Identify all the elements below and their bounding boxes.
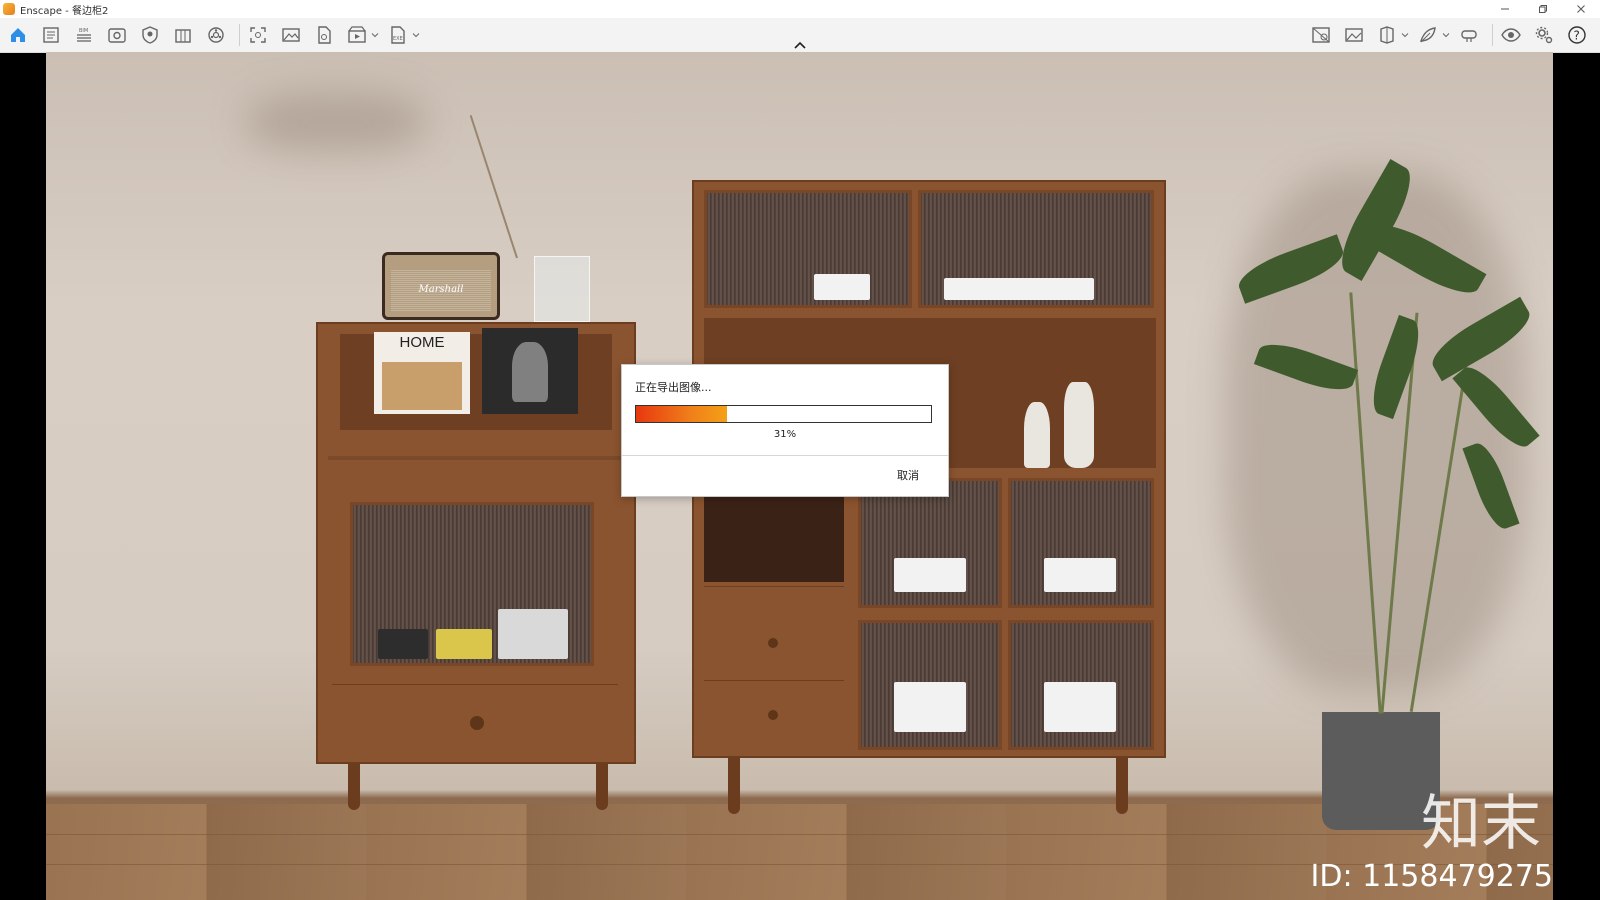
toolbar-separator [1492, 24, 1493, 46]
dark-book [482, 328, 578, 414]
glass-vase [534, 256, 590, 322]
radio-brand: Marshall [391, 269, 491, 311]
vr-headset-icon[interactable] [1455, 22, 1483, 48]
white-bowls [498, 609, 568, 659]
visual-settings-icon[interactable] [103, 22, 131, 48]
left-cabinet-rail [328, 456, 622, 460]
cancel-button[interactable]: 取消 [888, 465, 928, 485]
cabinet-leg [596, 764, 608, 810]
export-progress-dialog: 正在导出图像... 31% 取消 [621, 364, 949, 497]
section-view-icon[interactable] [1373, 22, 1401, 48]
feedback-icon[interactable] [1414, 22, 1442, 48]
marshall-radio: Marshall [382, 252, 500, 320]
help-symbol: ? [1574, 29, 1580, 43]
close-icon[interactable] [1562, 0, 1600, 18]
video-export-dropdown-icon[interactable] [370, 22, 380, 48]
cups [814, 274, 870, 300]
progress-percent-label: 31% [773, 429, 797, 440]
book-cover-figure [512, 342, 548, 402]
toolbar-right-group: ? [1307, 22, 1596, 48]
material-editor-icon[interactable] [169, 22, 197, 48]
home-magazine: HOME [374, 332, 470, 414]
panorama-icon[interactable] [202, 22, 230, 48]
batch-render-icon[interactable] [310, 22, 338, 48]
bim-badge: BIM [79, 28, 88, 34]
cabinet-leg [728, 758, 740, 814]
dialog-title: 正在导出图像... [635, 381, 712, 394]
exe-badge: EXE [393, 36, 403, 42]
stacked-plates [1044, 682, 1116, 732]
white-vase [1024, 402, 1050, 468]
title-bar: Enscape - 餐边柜2 [0, 0, 1600, 18]
yellow-bowl [436, 629, 492, 659]
exe-export-icon[interactable]: EXE [384, 22, 412, 48]
floor-line [46, 834, 1553, 835]
exe-export-dropdown-icon[interactable] [411, 22, 421, 48]
settings-icon[interactable] [1530, 22, 1558, 48]
restore-icon[interactable] [1524, 0, 1562, 18]
screenshot-icon[interactable] [244, 22, 272, 48]
asset-library-icon[interactable] [136, 22, 164, 48]
section-view-dropdown-icon[interactable] [1400, 22, 1410, 48]
visibility-icon[interactable] [1497, 22, 1525, 48]
magazine-title: HOME [399, 334, 445, 351]
left-cabinet [316, 322, 636, 764]
progress-fill [636, 406, 728, 422]
drawer-knob [768, 710, 778, 720]
cabinet-leg [348, 764, 360, 810]
cabinet-leg [1116, 758, 1128, 814]
drawer-knob [768, 638, 778, 648]
window-controls [1486, 0, 1600, 18]
stacked-plates [894, 558, 966, 592]
dried-flower-stem [469, 115, 518, 259]
enscape-logo-icon [3, 3, 15, 15]
toolbar-left-group: BIM EXE [4, 22, 425, 48]
export-progress-bar [635, 405, 932, 423]
stacked-plates [1044, 558, 1116, 592]
window-title: Enscape - 餐边柜2 [20, 5, 109, 17]
watermark-logo: 知末 [1421, 789, 1541, 859]
collapse-toolbar-chevron-icon[interactable] [792, 40, 808, 50]
stacked-plates [894, 682, 966, 732]
white-vase [1064, 382, 1094, 468]
wall-shadow [246, 92, 426, 152]
dark-bowl [378, 629, 428, 659]
toolbar-separator [239, 24, 240, 46]
drawer-divider [704, 680, 844, 681]
minimize-icon[interactable] [1486, 0, 1524, 18]
feedback-dropdown-icon[interactable] [1441, 22, 1451, 48]
cups [944, 278, 1094, 300]
help-icon[interactable]: ? [1563, 22, 1591, 48]
image-gallery-icon[interactable] [1340, 22, 1368, 48]
image-export-icon[interactable] [277, 22, 305, 48]
collaborative-annotation-icon[interactable] [1307, 22, 1335, 48]
video-export-icon[interactable] [343, 22, 371, 48]
bim-icon[interactable]: BIM [70, 22, 98, 48]
magazine-cover-photo [382, 362, 462, 410]
hutch-glass-left [704, 190, 912, 308]
dialog-divider [622, 455, 948, 456]
views-icon[interactable] [37, 22, 65, 48]
drawer-knob [470, 716, 484, 730]
watermark-id: ID: 1158479275 [1310, 859, 1553, 894]
drawer-divider [332, 684, 618, 685]
drawer-divider [704, 586, 844, 587]
home-icon[interactable] [4, 22, 32, 48]
